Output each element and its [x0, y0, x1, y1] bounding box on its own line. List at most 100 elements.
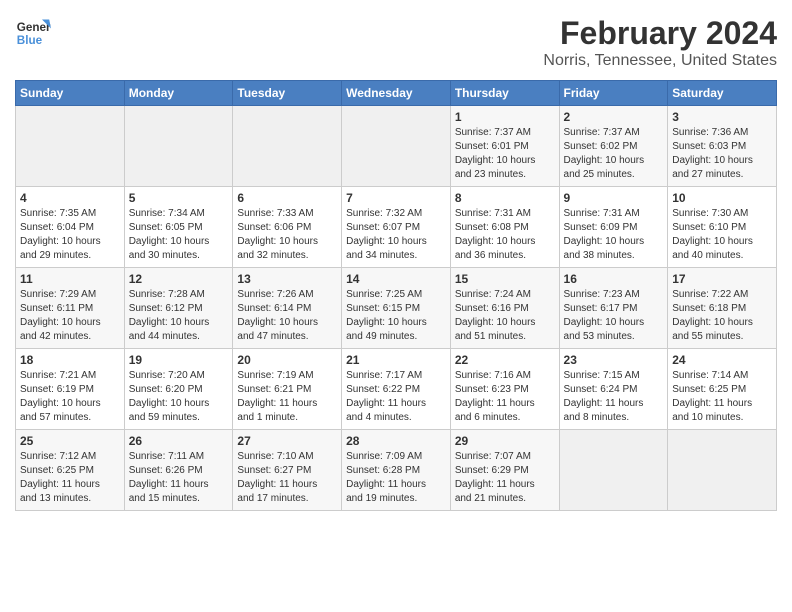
calendar-cell: 26 Sunrise: 7:11 AM Sunset: 6:26 PM Dayli…	[124, 430, 233, 511]
calendar-cell: 4 Sunrise: 7:35 AM Sunset: 6:04 PM Daylig…	[16, 187, 125, 268]
calendar-cell: 28 Sunrise: 7:09 AM Sunset: 6:28 PM Dayli…	[342, 430, 451, 511]
calendar-cell	[124, 106, 233, 187]
calendar-cell: 20Sunrise: 7:19 AM Sunset: 6:21 PM Dayli…	[233, 349, 342, 430]
day-info: Sunrise: 7:19 AM Sunset: 6:21 PM Dayligh…	[237, 369, 337, 425]
day-info: Sunrise: 7:32 AM Sunset: 6:07 PM Dayligh…	[346, 207, 446, 263]
day-info: Sunrise: 7:26 AM Sunset: 6:14 PM Dayligh…	[237, 288, 337, 344]
day-number: 16	[564, 272, 664, 286]
day-info: Sunrise: 7:14 AM Sunset: 6:25 PM Dayligh…	[672, 369, 772, 425]
calendar-cell: 17 Sunrise: 7:22 AM Sunset: 6:18 PM Dayli…	[668, 268, 777, 349]
day-number: 19	[129, 353, 229, 367]
day-number: 27	[237, 434, 337, 448]
day-info: Sunrise: 7:15 AM Sunset: 6:24 PM Dayligh…	[564, 369, 664, 425]
calendar-cell: 23Sunrise: 7:15 AM Sunset: 6:24 PM Dayli…	[559, 349, 668, 430]
day-info: Sunrise: 7:28 AM Sunset: 6:12 PM Dayligh…	[129, 288, 229, 344]
calendar-cell: 22 Sunrise: 7:16 AM Sunset: 6:23 PM Dayli…	[450, 349, 559, 430]
day-number: 28	[346, 434, 446, 448]
day-info: Sunrise: 7:30 AM Sunset: 6:10 PM Dayligh…	[672, 207, 772, 263]
calendar-cell	[233, 106, 342, 187]
logo: General Blue	[15, 15, 51, 51]
day-info: Sunrise: 7:36 AM Sunset: 6:03 PM Dayligh…	[672, 126, 772, 182]
weekday-header-saturday: Saturday	[668, 81, 777, 106]
day-info: Sunrise: 7:31 AM Sunset: 6:09 PM Dayligh…	[564, 207, 664, 263]
day-info: Sunrise: 7:09 AM Sunset: 6:28 PM Dayligh…	[346, 450, 446, 506]
day-info: Sunrise: 7:31 AM Sunset: 6:08 PM Dayligh…	[455, 207, 555, 263]
logo-icon: General Blue	[15, 15, 51, 51]
day-info: Sunrise: 7:37 AM Sunset: 6:02 PM Dayligh…	[564, 126, 664, 182]
day-number: 2	[564, 110, 664, 124]
day-info: Sunrise: 7:10 AM Sunset: 6:27 PM Dayligh…	[237, 450, 337, 506]
calendar-cell: 9 Sunrise: 7:31 AM Sunset: 6:09 PM Daylig…	[559, 187, 668, 268]
day-number: 18	[20, 353, 120, 367]
calendar-cell	[668, 430, 777, 511]
day-number: 4	[20, 191, 120, 205]
day-number: 5	[129, 191, 229, 205]
day-info: Sunrise: 7:12 AM Sunset: 6:25 PM Dayligh…	[20, 450, 120, 506]
day-number: 24	[672, 353, 772, 367]
page-subtitle: Norris, Tennessee, United States	[543, 52, 777, 70]
day-info: Sunrise: 7:34 AM Sunset: 6:05 PM Dayligh…	[129, 207, 229, 263]
calendar-cell: 14 Sunrise: 7:25 AM Sunset: 6:15 PM Dayli…	[342, 268, 451, 349]
calendar-cell: 25 Sunrise: 7:12 AM Sunset: 6:25 PM Dayli…	[16, 430, 125, 511]
calendar-cell: 19 Sunrise: 7:20 AM Sunset: 6:20 PM Dayli…	[124, 349, 233, 430]
svg-text:Blue: Blue	[17, 34, 43, 47]
day-info: Sunrise: 7:11 AM Sunset: 6:26 PM Dayligh…	[129, 450, 229, 506]
page-title: February 2024	[543, 15, 777, 52]
day-info: Sunrise: 7:23 AM Sunset: 6:17 PM Dayligh…	[564, 288, 664, 344]
day-number: 11	[20, 272, 120, 286]
day-number: 26	[129, 434, 229, 448]
calendar-cell	[16, 106, 125, 187]
calendar-cell: 24 Sunrise: 7:14 AM Sunset: 6:25 PM Dayli…	[668, 349, 777, 430]
day-info: Sunrise: 7:17 AM Sunset: 6:22 PM Dayligh…	[346, 369, 446, 425]
day-info: Sunrise: 7:21 AM Sunset: 6:19 PM Dayligh…	[20, 369, 120, 425]
weekday-header-wednesday: Wednesday	[342, 81, 451, 106]
calendar-cell	[342, 106, 451, 187]
day-info: Sunrise: 7:07 AM Sunset: 6:29 PM Dayligh…	[455, 450, 555, 506]
day-info: Sunrise: 7:24 AM Sunset: 6:16 PM Dayligh…	[455, 288, 555, 344]
day-number: 13	[237, 272, 337, 286]
day-info: Sunrise: 7:35 AM Sunset: 6:04 PM Dayligh…	[20, 207, 120, 263]
calendar-cell: 21Sunrise: 7:17 AM Sunset: 6:22 PM Dayli…	[342, 349, 451, 430]
day-number: 25	[20, 434, 120, 448]
day-number: 8	[455, 191, 555, 205]
day-number: 10	[672, 191, 772, 205]
weekday-header-tuesday: Tuesday	[233, 81, 342, 106]
week-row-5: 25 Sunrise: 7:12 AM Sunset: 6:25 PM Dayli…	[16, 430, 777, 511]
week-row-1: 1 Sunrise: 7:37 AM Sunset: 6:01 PM Daylig…	[16, 106, 777, 187]
calendar-cell: 16 Sunrise: 7:23 AM Sunset: 6:17 PM Dayli…	[559, 268, 668, 349]
day-number: 29	[455, 434, 555, 448]
weekday-header-friday: Friday	[559, 81, 668, 106]
calendar-table: SundayMondayTuesdayWednesdayThursdayFrid…	[15, 80, 777, 511]
day-info: Sunrise: 7:22 AM Sunset: 6:18 PM Dayligh…	[672, 288, 772, 344]
day-info: Sunrise: 7:16 AM Sunset: 6:23 PM Dayligh…	[455, 369, 555, 425]
calendar-cell: 7 Sunrise: 7:32 AM Sunset: 6:07 PM Daylig…	[342, 187, 451, 268]
day-number: 7	[346, 191, 446, 205]
calendar-cell: 18 Sunrise: 7:21 AM Sunset: 6:19 PM Dayli…	[16, 349, 125, 430]
day-number: 9	[564, 191, 664, 205]
calendar-cell: 1 Sunrise: 7:37 AM Sunset: 6:01 PM Daylig…	[450, 106, 559, 187]
day-info: Sunrise: 7:20 AM Sunset: 6:20 PM Dayligh…	[129, 369, 229, 425]
calendar-cell: 6Sunrise: 7:33 AM Sunset: 6:06 PM Daylig…	[233, 187, 342, 268]
calendar-cell: 29 Sunrise: 7:07 AM Sunset: 6:29 PM Dayli…	[450, 430, 559, 511]
week-row-2: 4 Sunrise: 7:35 AM Sunset: 6:04 PM Daylig…	[16, 187, 777, 268]
weekday-header-row: SundayMondayTuesdayWednesdayThursdayFrid…	[16, 81, 777, 106]
weekday-header-sunday: Sunday	[16, 81, 125, 106]
day-number: 1	[455, 110, 555, 124]
header: General Blue February 2024 Norris, Tenne…	[15, 15, 777, 70]
day-info: Sunrise: 7:29 AM Sunset: 6:11 PM Dayligh…	[20, 288, 120, 344]
day-number: 15	[455, 272, 555, 286]
day-number: 14	[346, 272, 446, 286]
day-number: 12	[129, 272, 229, 286]
day-info: Sunrise: 7:25 AM Sunset: 6:15 PM Dayligh…	[346, 288, 446, 344]
calendar-cell	[559, 430, 668, 511]
calendar-cell: 12 Sunrise: 7:28 AM Sunset: 6:12 PM Dayli…	[124, 268, 233, 349]
day-number: 22	[455, 353, 555, 367]
calendar-cell: 5 Sunrise: 7:34 AM Sunset: 6:05 PM Daylig…	[124, 187, 233, 268]
day-info: Sunrise: 7:37 AM Sunset: 6:01 PM Dayligh…	[455, 126, 555, 182]
calendar-body: 1 Sunrise: 7:37 AM Sunset: 6:01 PM Daylig…	[16, 106, 777, 511]
week-row-4: 18 Sunrise: 7:21 AM Sunset: 6:19 PM Dayli…	[16, 349, 777, 430]
week-row-3: 11 Sunrise: 7:29 AM Sunset: 6:11 PM Dayli…	[16, 268, 777, 349]
day-number: 17	[672, 272, 772, 286]
day-number: 3	[672, 110, 772, 124]
calendar-cell: 2 Sunrise: 7:37 AM Sunset: 6:02 PM Daylig…	[559, 106, 668, 187]
